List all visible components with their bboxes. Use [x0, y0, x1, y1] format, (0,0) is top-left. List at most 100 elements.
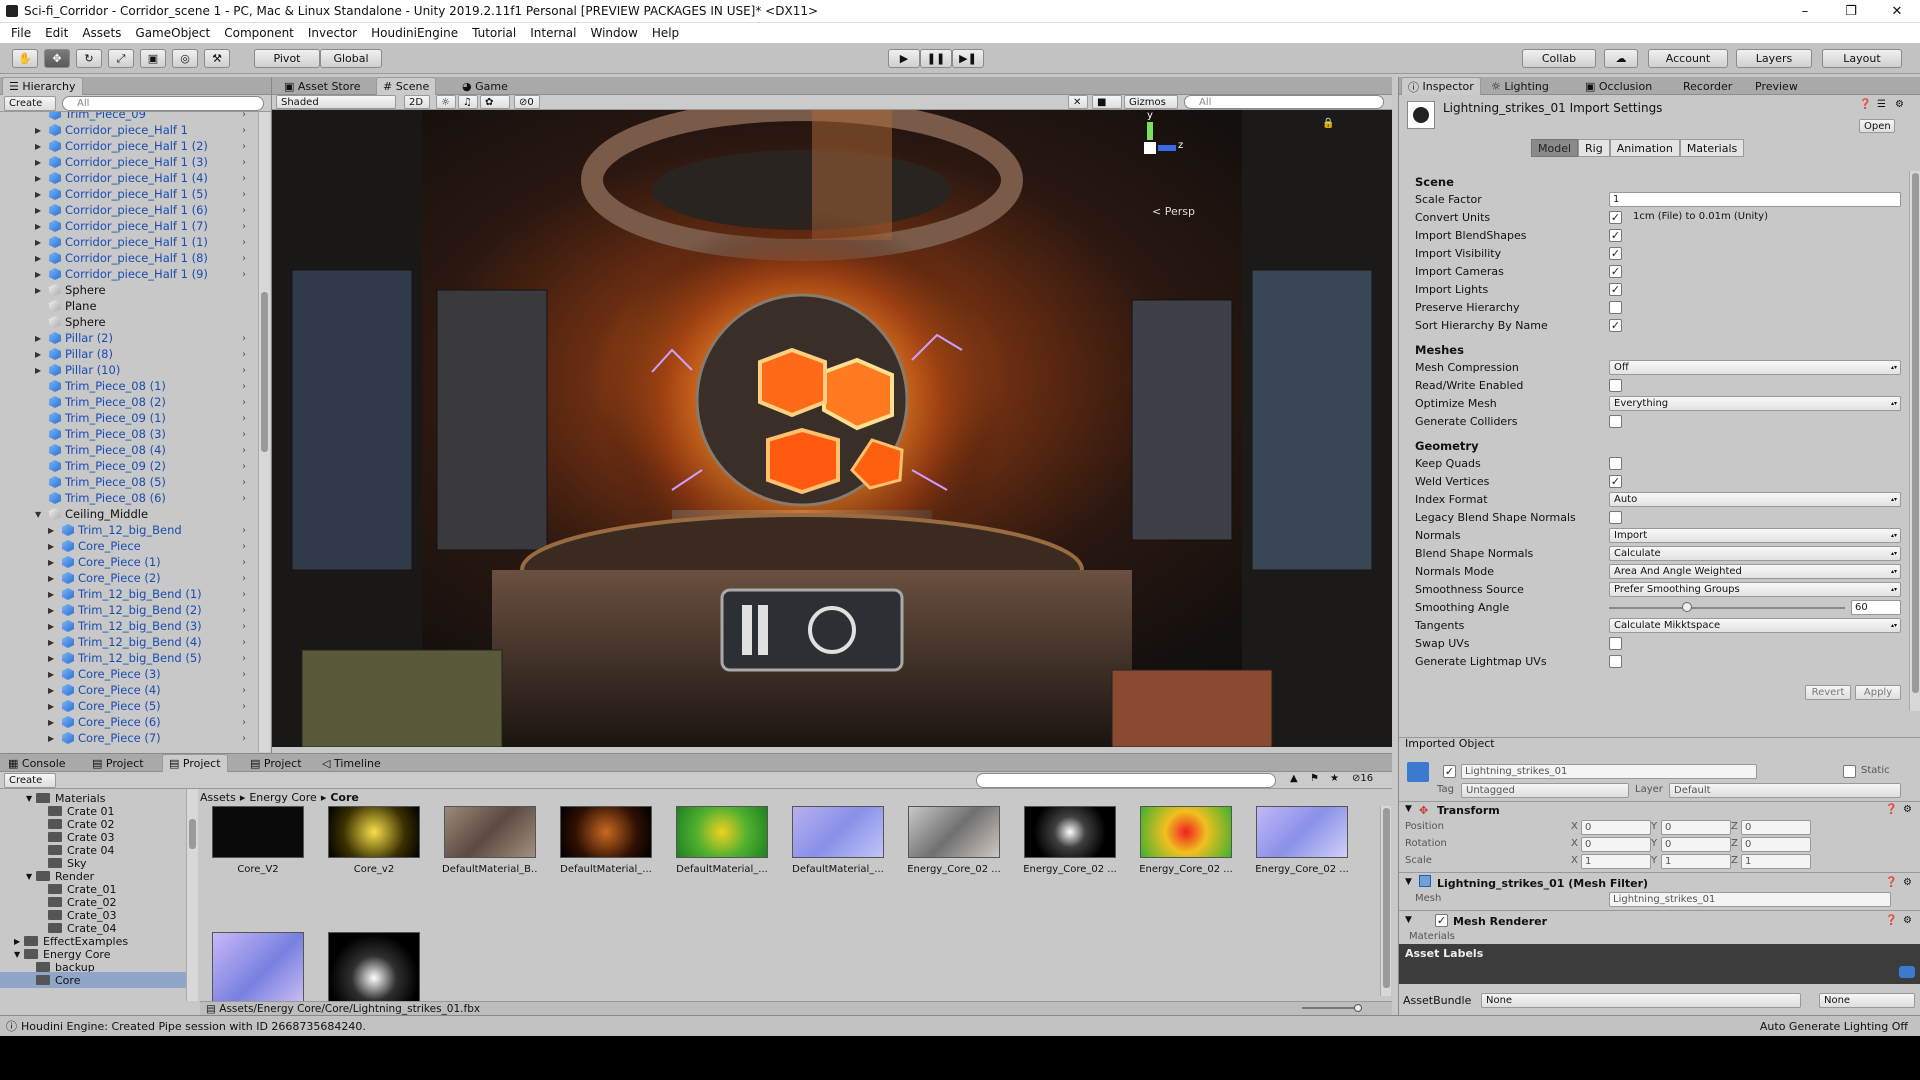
custom-tool-button[interactable]: ⚒: [204, 49, 230, 68]
open-prefab-chevron-icon[interactable]: ›: [242, 429, 246, 440]
hierarchy-item[interactable]: ▶ Core_Piece (6) ›: [48, 714, 246, 730]
materials-foldout-label[interactable]: Materials: [1409, 931, 1455, 942]
global-toggle[interactable]: Global: [320, 49, 382, 68]
normals-dropdown[interactable]: Import: [1609, 528, 1901, 543]
asset-item[interactable]: DefaultMaterial_...: [674, 806, 770, 875]
expand-arrow-icon[interactable]: ▶: [14, 937, 24, 946]
open-prefab-chevron-icon[interactable]: ›: [242, 112, 246, 120]
play-button[interactable]: ▶: [888, 49, 920, 68]
mesh-renderer-enabled-checkbox[interactable]: ✓: [1435, 914, 1448, 927]
expand-arrow-icon[interactable]: ▶: [48, 526, 57, 535]
account-dropdown[interactable]: Account: [1648, 49, 1728, 68]
open-prefab-chevron-icon[interactable]: ›: [242, 221, 246, 232]
expand-arrow-icon[interactable]: ▶: [35, 142, 44, 151]
import-blendshapes-checkbox[interactable]: ✓: [1609, 229, 1622, 242]
open-prefab-chevron-icon[interactable]: ›: [242, 685, 246, 696]
tangents-dropdown[interactable]: Calculate Mikktspace: [1609, 618, 1901, 633]
tab-console[interactable]: ▦ Console: [2, 754, 72, 772]
tab-hierarchy[interactable]: ☰ Hierarchy: [2, 77, 83, 95]
asset-item[interactable]: Core_v2: [326, 806, 422, 875]
hierarchy-item[interactable]: Sphere: [49, 314, 106, 330]
tab-project-2[interactable]: ▤ Project: [162, 754, 228, 772]
gear-icon[interactable]: ⚙: [1903, 915, 1912, 926]
hierarchy-item[interactable]: Trim_Piece_09 (1) ›: [49, 410, 246, 426]
tab-materials[interactable]: Materials: [1679, 139, 1745, 157]
hierarchy-item[interactable]: ▶ Core_Piece (2) ›: [48, 570, 246, 586]
close-button[interactable]: ✕: [1874, 0, 1920, 23]
tab-recorder[interactable]: Recorder: [1677, 77, 1738, 95]
swap-uvs-checkbox[interactable]: [1609, 637, 1622, 650]
smoothing-angle-knob[interactable]: [1681, 602, 1692, 612]
gizmo-z-axis[interactable]: [1158, 145, 1176, 151]
normals-mode-dropdown[interactable]: Area And Angle Weighted: [1609, 564, 1901, 579]
expand-arrow-icon[interactable]: ▶: [48, 670, 57, 679]
expand-arrow-icon[interactable]: ▼: [35, 510, 44, 519]
effects-dropdown[interactable]: ✿: [480, 95, 510, 109]
help-icon[interactable]: ❓: [1885, 804, 1897, 815]
hidden-packages-icon[interactable]: ⊘16: [1352, 773, 1373, 784]
hierarchy-item[interactable]: ▶ Core_Piece (3) ›: [48, 666, 246, 682]
import-cameras-checkbox[interactable]: ✓: [1609, 265, 1622, 278]
gizmo-center[interactable]: [1144, 142, 1156, 154]
scene-orientation-gizmo[interactable]: y z: [1122, 110, 1183, 180]
weld-vertices-checkbox[interactable]: ✓: [1609, 475, 1622, 488]
persp-label[interactable]: < Persp: [1152, 205, 1195, 218]
open-prefab-chevron-icon[interactable]: ›: [242, 733, 246, 744]
generate-colliders-checkbox[interactable]: [1609, 415, 1622, 428]
scale-tool-button[interactable]: ⤢: [108, 49, 134, 68]
open-prefab-chevron-icon[interactable]: ›: [242, 333, 246, 344]
transform-tool-button[interactable]: ◎: [172, 49, 198, 68]
open-prefab-chevron-icon[interactable]: ›: [242, 269, 246, 280]
hidden-objects-toggle[interactable]: ⊘ 0: [514, 95, 540, 109]
rotation-z-field[interactable]: 0: [1741, 837, 1811, 852]
hierarchy-item[interactable]: ▶ Core_Piece ›: [48, 538, 246, 554]
expand-arrow-icon[interactable]: ▶: [35, 366, 44, 375]
keep-quads-checkbox[interactable]: [1609, 457, 1622, 470]
transform-header[interactable]: Transform: [1437, 804, 1500, 817]
tab-scene[interactable]: # Scene: [376, 77, 437, 95]
expand-arrow-icon[interactable]: ▶: [35, 238, 44, 247]
assetbundle-dropdown[interactable]: None: [1481, 993, 1801, 1008]
hierarchy-item[interactable]: ▶ Corridor_piece_Half 1 (6) ›: [35, 202, 246, 218]
open-prefab-chevron-icon[interactable]: ›: [242, 477, 246, 488]
tab-project-3[interactable]: ▤ Project: [244, 754, 308, 772]
open-prefab-chevron-icon[interactable]: ›: [242, 413, 246, 424]
open-prefab-chevron-icon[interactable]: ›: [242, 253, 246, 264]
open-prefab-chevron-icon[interactable]: ›: [242, 717, 246, 728]
inspector-scroll-thumb[interactable]: [1912, 173, 1919, 693]
expand-arrow-icon[interactable]: ▶: [35, 126, 44, 135]
hierarchy-item[interactable]: Trim_Piece_08 (2) ›: [49, 394, 246, 410]
mesh-renderer-foldout-icon[interactable]: ▼: [1405, 915, 1412, 925]
expand-arrow-icon[interactable]: ▼: [26, 872, 36, 881]
hierarchy-item[interactable]: ▶ Trim_12_big_Bend (3) ›: [48, 618, 246, 634]
tab-occlusion[interactable]: ▣ Occlusion: [1579, 77, 1658, 95]
asset-item[interactable]: DefaultMaterial_B...: [442, 806, 538, 875]
menu-invector[interactable]: Invector: [301, 26, 364, 40]
tab-model[interactable]: Model: [1531, 139, 1579, 157]
sort-hierarchy-checkbox[interactable]: ✓: [1609, 319, 1622, 332]
menu-help[interactable]: Help: [645, 26, 686, 40]
tab-game[interactable]: ◕ Game: [456, 77, 514, 95]
hierarchy-item[interactable]: ▶ Trim_12_big_Bend (4) ›: [48, 634, 246, 650]
filter-label-icon[interactable]: ⚑: [1310, 773, 1319, 784]
asset-item[interactable]: DefaultMaterial_...: [558, 806, 654, 875]
menu-window[interactable]: Window: [583, 26, 644, 40]
open-prefab-chevron-icon[interactable]: ›: [242, 157, 246, 168]
gizmo-y-axis[interactable]: [1147, 122, 1153, 140]
preset-icon[interactable]: ☰: [1877, 99, 1886, 110]
hierarchy-item[interactable]: Trim_Piece_08 (6) ›: [49, 490, 246, 506]
tab-asset-store[interactable]: ▣ Asset Store: [278, 77, 367, 95]
mesh-renderer-header[interactable]: Mesh Renderer: [1453, 915, 1547, 928]
open-prefab-chevron-icon[interactable]: ›: [242, 445, 246, 456]
expand-arrow-icon[interactable]: ▶: [48, 622, 57, 631]
transform-foldout-icon[interactable]: ▼: [1405, 804, 1412, 814]
expand-arrow-icon[interactable]: ▶: [35, 350, 44, 359]
pause-button[interactable]: ❚❚: [920, 49, 952, 68]
asset-item[interactable]: Core_V2: [210, 806, 306, 875]
asset-grid-scroll-thumb[interactable]: [1383, 808, 1390, 988]
menu-assets[interactable]: Assets: [75, 26, 128, 40]
2d-toggle[interactable]: 2D: [404, 95, 430, 109]
folder-tree-scrollbar[interactable]: [186, 789, 198, 1001]
position-y-field[interactable]: 0: [1661, 820, 1731, 835]
hierarchy-item[interactable]: ▶ Corridor_piece_Half 1 (3) ›: [35, 154, 246, 170]
